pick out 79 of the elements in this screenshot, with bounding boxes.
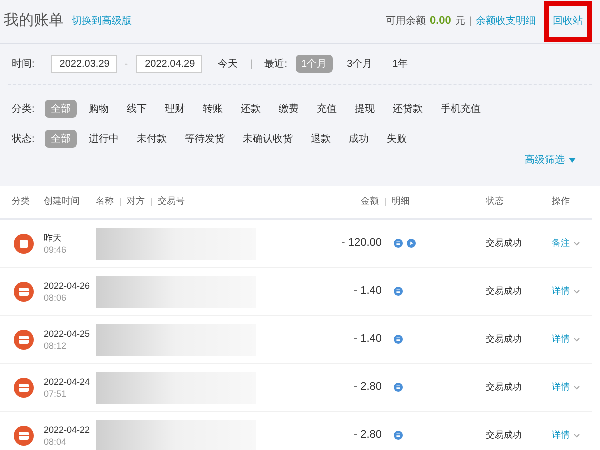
- filter-option[interactable]: 充值: [310, 100, 343, 118]
- status-text: 交易成功: [486, 236, 523, 250]
- column-header: 名称: [96, 195, 114, 208]
- chevron-down-icon: [574, 386, 580, 390]
- column-header: 明细: [392, 195, 411, 208]
- status-text: 交易成功: [486, 380, 523, 394]
- end-date-field[interactable]: 2022.04.29: [136, 55, 202, 73]
- time-label: 时间:: [12, 58, 35, 72]
- page-title: 我的账单: [4, 11, 64, 32]
- time-text: 08:12: [44, 340, 68, 352]
- list-icon[interactable]: [394, 239, 403, 248]
- caret-icon: [569, 158, 576, 163]
- date-text: 2022-04-22: [44, 424, 92, 436]
- filter-option[interactable]: 提现: [348, 100, 381, 118]
- filter-option[interactable]: 未付款: [130, 130, 173, 148]
- separator: |: [250, 58, 253, 72]
- recent-label: 最近:: [264, 58, 288, 72]
- time-text: 08:06: [44, 292, 68, 304]
- column-header: 状态: [486, 195, 505, 208]
- filter-option[interactable]: 线下: [120, 100, 153, 118]
- shopping-bag-icon: [14, 234, 34, 254]
- amount-text: - 1.40: [352, 284, 382, 300]
- chevron-down-icon: [574, 290, 580, 294]
- filter-option[interactable]: 转账: [196, 100, 229, 118]
- filter-option[interactable]: 手机充值: [434, 100, 487, 118]
- date-text: 2022-04-26: [44, 280, 92, 292]
- filter-option[interactable]: 等待发货: [178, 130, 231, 148]
- list-icon[interactable]: [394, 431, 403, 440]
- time-text: 07:51: [44, 388, 68, 400]
- status-label: 状态:: [12, 132, 35, 146]
- filter-option[interactable]: 未确认收货: [236, 130, 299, 148]
- card-icon: [14, 282, 34, 302]
- time-text: 08:04: [44, 436, 68, 448]
- date-text: 昨天: [44, 232, 63, 244]
- status-text: 交易成功: [486, 332, 523, 346]
- currency-label: 元: [455, 15, 466, 29]
- column-header: 操作: [552, 195, 571, 208]
- balance-amount: 0.00: [430, 14, 452, 30]
- filter-option[interactable]: 缴费: [272, 100, 305, 118]
- play-icon[interactable]: [407, 239, 416, 248]
- column-header: 创建时间: [44, 195, 81, 208]
- status-text: 交易成功: [486, 428, 523, 442]
- start-date-field[interactable]: 2022.03.29: [50, 55, 117, 73]
- amount-text: - 1.40: [352, 332, 382, 348]
- list-icon[interactable]: [394, 383, 403, 392]
- today-link[interactable]: 今天: [218, 56, 238, 72]
- filter-option[interactable]: 退款: [304, 130, 337, 148]
- filter-option[interactable]: 1年: [386, 55, 414, 73]
- list-icon[interactable]: [394, 287, 403, 296]
- filter-option[interactable]: 还贷款: [386, 100, 429, 118]
- filter-option[interactable]: 进行中: [82, 130, 125, 148]
- filter-option[interactable]: 失败: [380, 130, 413, 148]
- time-text: 09:46: [44, 244, 68, 256]
- column-header: 对方: [127, 195, 145, 208]
- list-icon[interactable]: [394, 335, 403, 344]
- filter-option[interactable]: 理财: [158, 100, 191, 118]
- category-label: 分类:: [12, 102, 35, 116]
- column-header: 分类: [11, 195, 31, 208]
- chevron-down-icon: [574, 338, 580, 342]
- date-dash: -: [124, 58, 128, 72]
- chevron-down-icon: [574, 434, 580, 438]
- column-header: 交易号: [158, 195, 185, 208]
- amount-text: - 120.00: [340, 236, 382, 252]
- filter-option[interactable]: 3个月: [341, 55, 379, 73]
- chevron-down-icon: [574, 242, 580, 246]
- status-text: 交易成功: [486, 284, 523, 298]
- balance-label: 可用余额: [386, 14, 426, 29]
- amount-text: - 2.80: [352, 428, 382, 444]
- filter-option[interactable]: 还款: [234, 100, 267, 118]
- column-header: 金额: [360, 195, 379, 208]
- card-icon: [14, 330, 34, 350]
- filter-option[interactable]: 成功: [342, 130, 375, 148]
- filter-option[interactable]: 购物: [82, 100, 115, 118]
- date-text: 2022-04-24: [44, 376, 92, 388]
- date-text: 2022-04-25: [44, 328, 92, 340]
- amount-text: - 2.80: [352, 380, 382, 396]
- card-icon: [14, 378, 34, 398]
- card-icon: [14, 426, 34, 446]
- separator: |: [469, 15, 472, 29]
